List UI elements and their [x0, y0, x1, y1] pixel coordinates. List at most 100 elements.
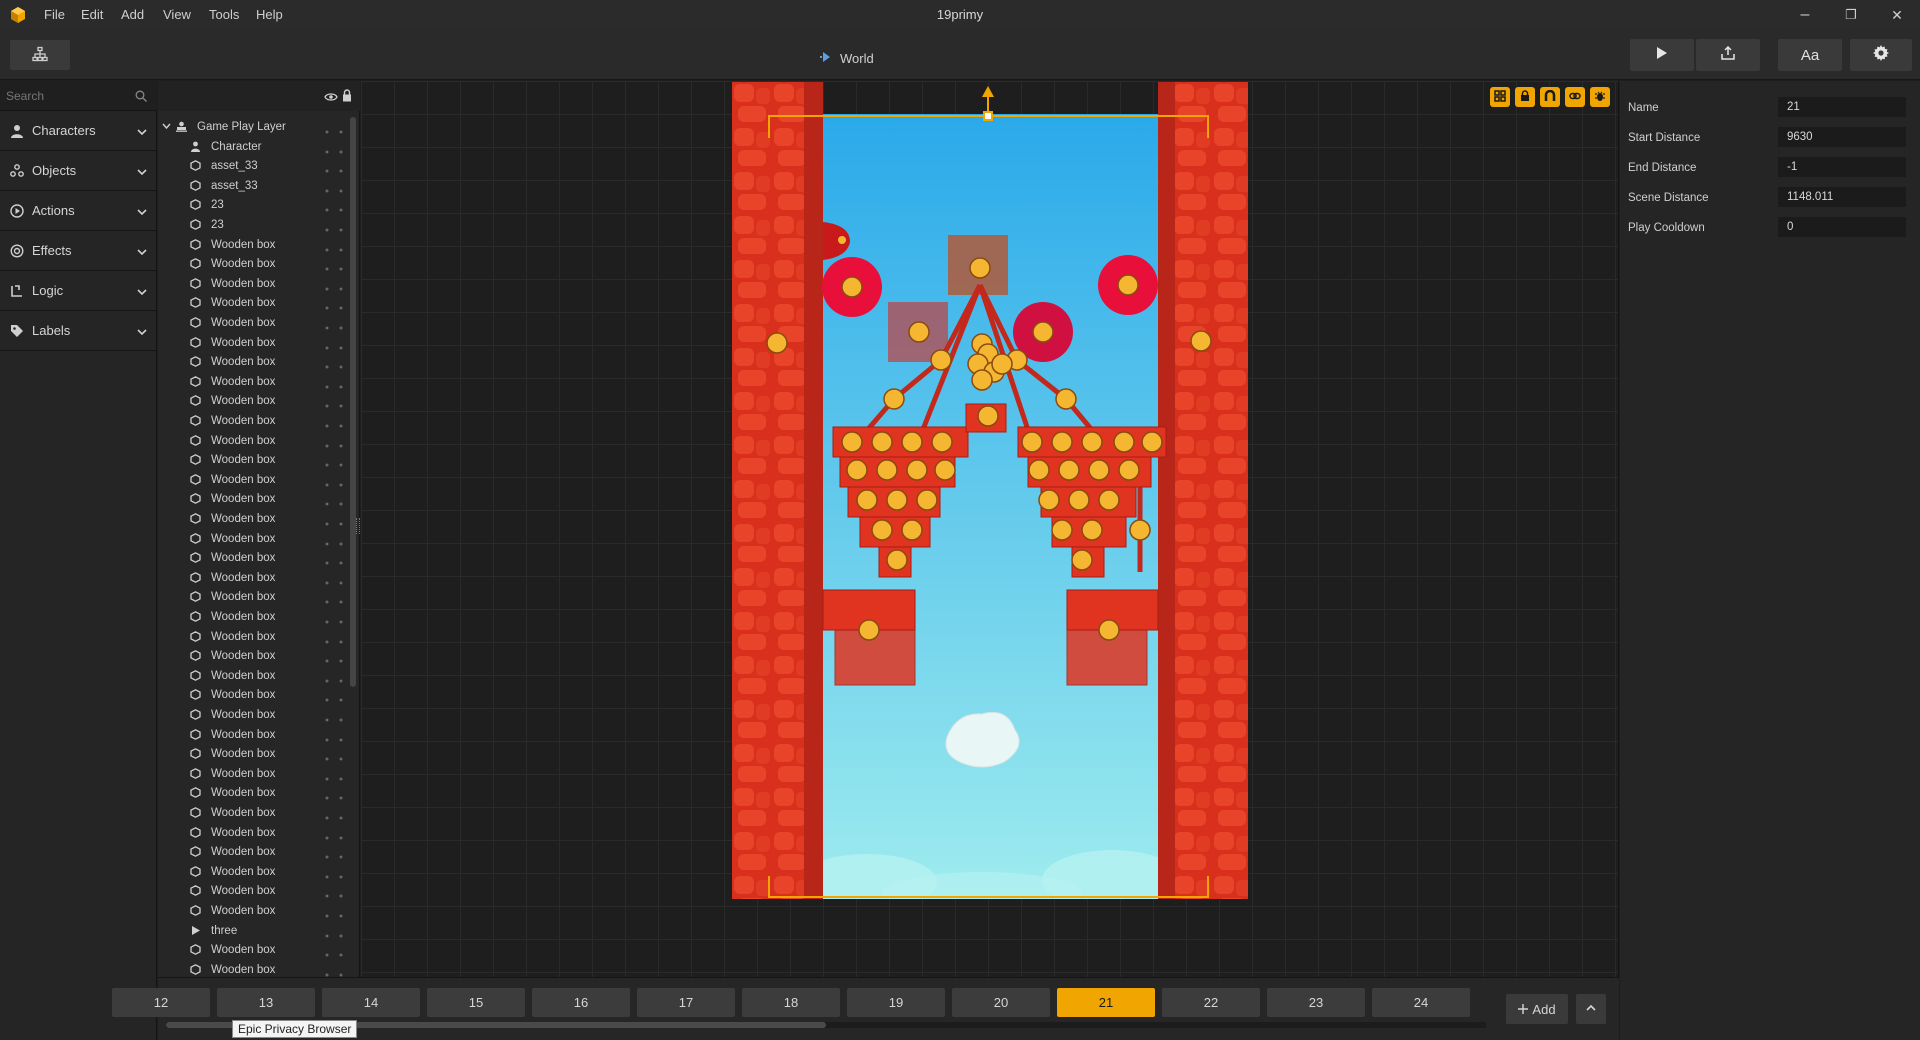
hierarchy-item[interactable]: Wooden box: [158, 529, 348, 549]
hierarchy-item[interactable]: Wooden box: [158, 548, 348, 568]
hierarchy-item[interactable]: Wooden box: [158, 587, 348, 607]
visibility-lock-dots[interactable]: [324, 243, 344, 252]
hierarchy-scrollbar[interactable]: [350, 117, 356, 687]
visibility-lock-dots[interactable]: [324, 595, 344, 604]
prop-scene-distance-field[interactable]: [1778, 187, 1906, 207]
eye-icon[interactable]: [324, 91, 338, 105]
visibility-lock-dots[interactable]: [324, 282, 344, 291]
menu-edit[interactable]: Edit: [81, 0, 103, 30]
hierarchy-item[interactable]: Wooden box: [158, 823, 348, 843]
font-button[interactable]: Aa: [1778, 39, 1842, 71]
prop-end-distance-field[interactable]: [1778, 157, 1906, 177]
breadcrumb-world[interactable]: World: [840, 51, 874, 66]
visibility-lock-dots[interactable]: [324, 360, 344, 369]
category-logic[interactable]: Logic: [0, 271, 157, 311]
visibility-lock-dots[interactable]: [324, 791, 344, 800]
hierarchy-item[interactable]: Wooden box: [158, 509, 348, 529]
hierarchy-item[interactable]: Wooden box: [158, 274, 348, 294]
visibility-lock-dots[interactable]: [324, 850, 344, 859]
visibility-lock-dots[interactable]: [324, 615, 344, 624]
lock-icon[interactable]: [342, 89, 352, 105]
share-button[interactable]: [1696, 39, 1760, 71]
visibility-lock-dots[interactable]: [324, 948, 344, 957]
visibility-lock-dots[interactable]: [324, 517, 344, 526]
visibility-lock-dots[interactable]: [324, 497, 344, 506]
visibility-lock-dots[interactable]: [324, 909, 344, 918]
hierarchy-item[interactable]: Wooden box: [158, 372, 348, 392]
visibility-lock-dots[interactable]: [324, 537, 344, 546]
hierarchy-item[interactable]: Wooden box: [158, 411, 348, 431]
visibility-lock-dots[interactable]: [324, 929, 344, 938]
breadcrumb[interactable]: World: [820, 48, 874, 68]
hierarchy-item[interactable]: Wooden box: [158, 627, 348, 647]
hierarchy-item[interactable]: Game Play Layer: [158, 117, 348, 137]
visibility-lock-dots[interactable]: [324, 478, 344, 487]
hierarchy-item[interactable]: Wooden box: [158, 254, 348, 274]
hierarchy-item[interactable]: Wooden box: [158, 881, 348, 901]
category-labels[interactable]: Labels: [0, 311, 157, 351]
game-scene-canvas[interactable]: [732, 82, 1248, 899]
visibility-lock-dots[interactable]: [324, 380, 344, 389]
menu-file[interactable]: File: [44, 0, 65, 30]
visibility-lock-dots[interactable]: [324, 733, 344, 742]
visibility-lock-dots[interactable]: [324, 713, 344, 722]
visibility-lock-dots[interactable]: [324, 870, 344, 879]
hierarchy-item[interactable]: Character: [158, 137, 348, 157]
visibility-lock-dots[interactable]: [324, 145, 344, 154]
collapse-strip-button[interactable]: [1576, 994, 1606, 1024]
visibility-lock-dots[interactable]: [324, 341, 344, 350]
visibility-lock-dots[interactable]: [324, 184, 344, 193]
panel-resize-handle[interactable]: [356, 518, 360, 534]
hierarchy-item[interactable]: three: [158, 921, 348, 941]
visibility-lock-dots[interactable]: [324, 203, 344, 212]
visibility-lock-dots[interactable]: [324, 458, 344, 467]
hierarchy-item[interactable]: Wooden box: [158, 705, 348, 725]
lock-tool[interactable]: [1515, 87, 1535, 107]
visibility-lock-dots[interactable]: [324, 693, 344, 702]
visibility-lock-dots[interactable]: [324, 439, 344, 448]
scene-tab-21[interactable]: 21: [1057, 988, 1155, 1017]
search-input[interactable]: [6, 87, 126, 105]
visibility-lock-dots[interactable]: [324, 223, 344, 232]
hierarchy-item[interactable]: Wooden box: [158, 940, 348, 960]
scene-tab-20[interactable]: 20: [952, 988, 1050, 1017]
scene-tab-13[interactable]: 13: [217, 988, 315, 1017]
visibility-lock-dots[interactable]: [324, 164, 344, 173]
menu-tools[interactable]: Tools: [209, 0, 239, 30]
visibility-lock-dots[interactable]: [324, 772, 344, 781]
scene-viewport[interactable]: [361, 81, 1619, 977]
hierarchy-item[interactable]: Wooden box: [158, 685, 348, 705]
hierarchy-item[interactable]: Wooden box: [158, 803, 348, 823]
visibility-lock-dots[interactable]: [324, 752, 344, 761]
hierarchy-item[interactable]: 23: [158, 195, 348, 215]
scene-tab-17[interactable]: 17: [637, 988, 735, 1017]
hierarchy-item[interactable]: Wooden box: [158, 333, 348, 353]
hierarchy-item[interactable]: Wooden box: [158, 764, 348, 784]
hierarchy-item[interactable]: Wooden box: [158, 607, 348, 627]
hierarchy-item[interactable]: Wooden box: [158, 842, 348, 862]
scene-strip-scrollbar[interactable]: [166, 1022, 1486, 1028]
hierarchy-item[interactable]: Wooden box: [158, 901, 348, 921]
play-button[interactable]: [1630, 39, 1694, 71]
hierarchy-item[interactable]: Wooden box: [158, 744, 348, 764]
hierarchy-item[interactable]: Wooden box: [158, 431, 348, 451]
scene-tab-24[interactable]: 24: [1372, 988, 1470, 1017]
hierarchy-item[interactable]: Wooden box: [158, 489, 348, 509]
visibility-lock-dots[interactable]: [324, 262, 344, 271]
visibility-lock-dots[interactable]: [324, 399, 344, 408]
hierarchy-item[interactable]: Wooden box: [158, 293, 348, 313]
visibility-lock-dots[interactable]: [324, 301, 344, 310]
visibility-lock-dots[interactable]: [324, 654, 344, 663]
hierarchy-item[interactable]: Wooden box: [158, 783, 348, 803]
menu-add[interactable]: Add: [121, 0, 144, 30]
visibility-lock-dots[interactable]: [324, 811, 344, 820]
restore-button[interactable]: ❐: [1828, 0, 1874, 30]
scene-tab-15[interactable]: 15: [427, 988, 525, 1017]
minimize-button[interactable]: –: [1782, 0, 1828, 30]
scene-tab-12[interactable]: 12: [112, 988, 210, 1017]
category-characters[interactable]: Characters: [0, 111, 157, 151]
category-objects[interactable]: Objects: [0, 151, 157, 191]
add-scene-button[interactable]: Add: [1506, 994, 1568, 1024]
magnet-tool[interactable]: [1540, 87, 1560, 107]
hierarchy-item[interactable]: Wooden box: [158, 666, 348, 686]
